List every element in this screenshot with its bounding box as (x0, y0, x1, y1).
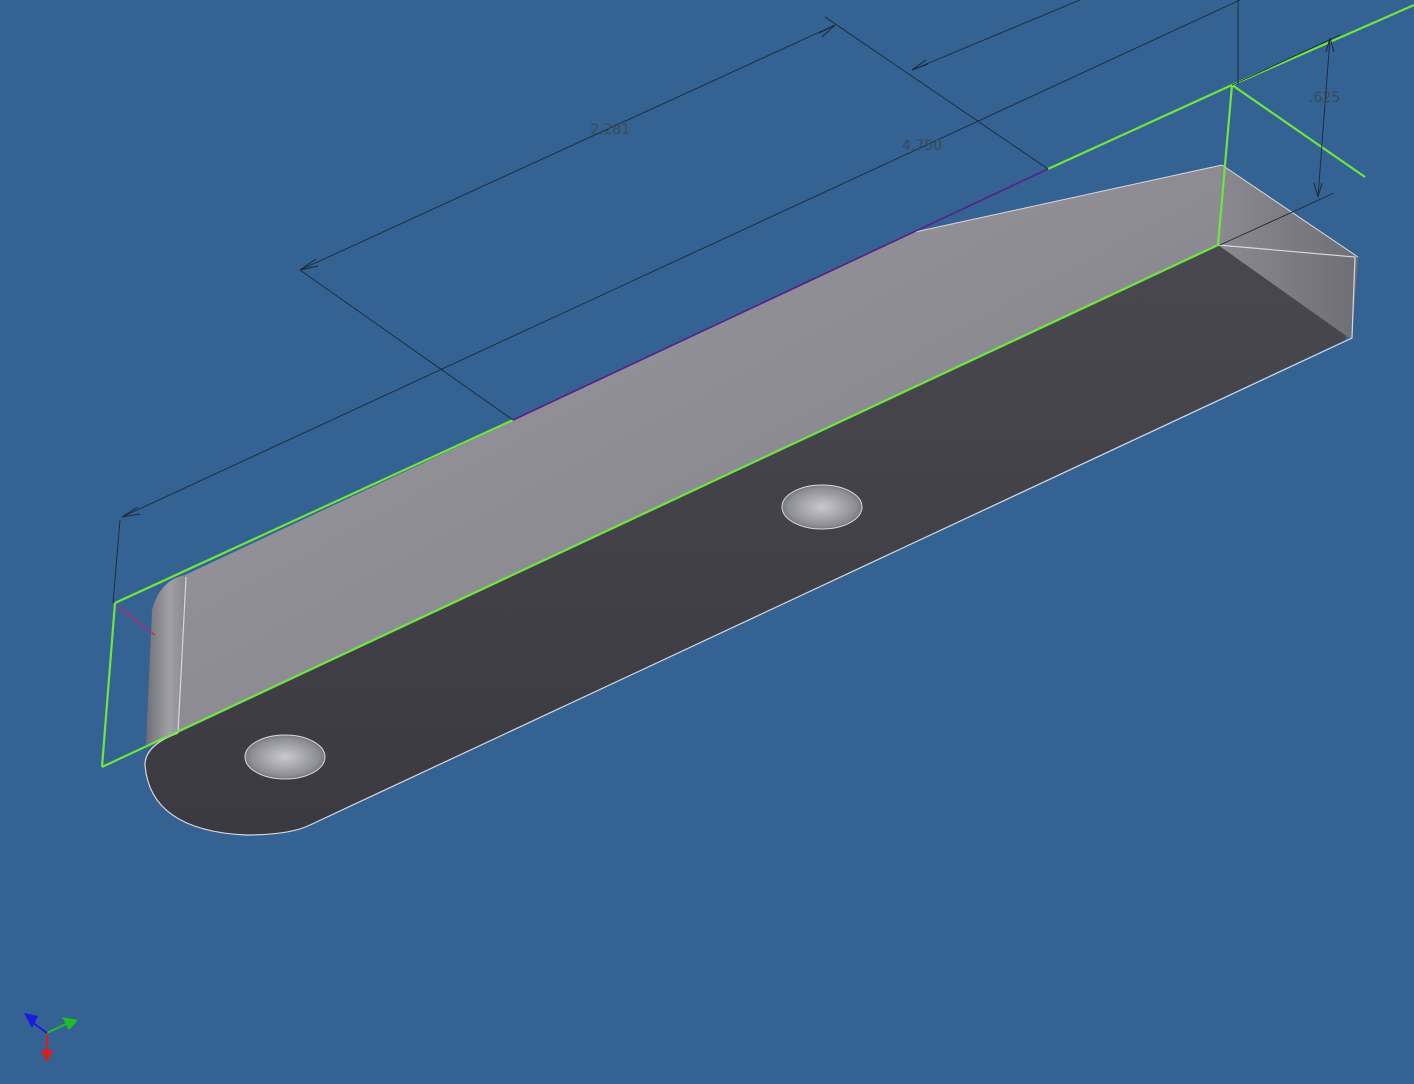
hole-left[interactable] (244, 734, 326, 780)
model-canvas[interactable]: 2.281 4.750 .625 (0, 0, 1414, 1080)
view-orientation-triad[interactable] (24, 1013, 78, 1062)
dimension-label-625[interactable]: .625 (1309, 90, 1340, 106)
cad-3d-viewport[interactable]: 2.281 4.750 .625 (0, 0, 1414, 1080)
y-axis-icon (62, 1017, 78, 1030)
x-axis-icon (41, 1050, 53, 1062)
dimension-label-4750[interactable]: 4.750 (902, 138, 942, 154)
construction-line-short (117, 605, 156, 636)
hole-right[interactable] (781, 484, 863, 530)
dimension-label-2281[interactable]: 2.281 (590, 122, 630, 138)
